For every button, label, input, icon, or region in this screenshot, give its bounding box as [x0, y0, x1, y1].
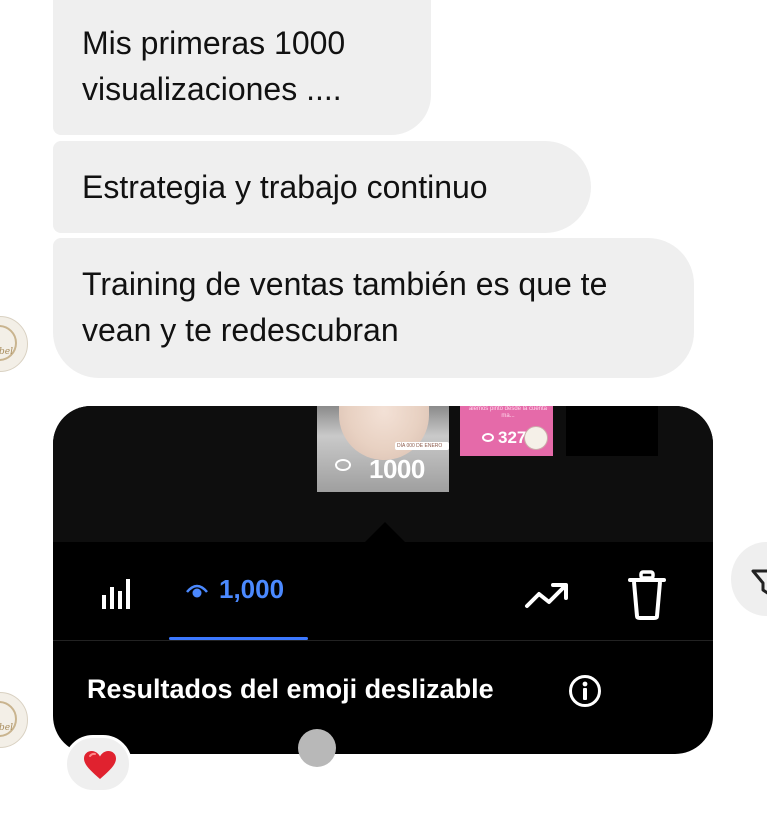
- footer-title: Resultados del emoji deslizable: [87, 674, 494, 704]
- post-toolbar: 1,000: [53, 542, 713, 640]
- trash-icon[interactable]: [627, 570, 667, 625]
- avatar-text: bel: [0, 347, 13, 357]
- post-thumbnail-pink[interactable]: alemos pinto desde la cuenta ma... 327: [460, 406, 553, 456]
- sender-avatar[interactable]: bel: [0, 316, 28, 372]
- thumbnail-view-count: 1000: [369, 454, 425, 484]
- eye-icon: [186, 583, 208, 604]
- post-thumbnail-main[interactable]: DÍA 000 DE ENERO 1000: [317, 406, 449, 492]
- avatar-text: bel: [0, 723, 13, 733]
- thumbnail-image: [339, 406, 429, 460]
- message-text: Estrategia y trabajo continuo: [82, 169, 488, 205]
- message-text: Mis primeras 1000 visualizaciones ....: [82, 25, 346, 107]
- eye-icon: [482, 433, 494, 442]
- views-count[interactable]: 1,000: [219, 574, 284, 605]
- reaction-badge[interactable]: [64, 735, 132, 793]
- message-bubble-1[interactable]: Mis primeras 1000 visualizaciones ....: [53, 0, 431, 135]
- scroll-indicator[interactable]: [298, 729, 336, 767]
- filter-button[interactable]: [731, 542, 767, 616]
- post-thumbnail-dark[interactable]: [566, 406, 658, 456]
- info-icon[interactable]: [568, 674, 602, 713]
- avatar-icon: [524, 426, 548, 450]
- message-text: Training de ventas también es que te vea…: [82, 266, 608, 348]
- sender-avatar[interactable]: bel: [0, 692, 28, 748]
- heart-icon: [83, 750, 117, 785]
- shared-post-card[interactable]: DÍA 000 DE ENERO 1000 alemos pinto desde…: [53, 406, 713, 754]
- filter-icon: [751, 568, 767, 601]
- divider: [53, 640, 713, 641]
- message-bubble-2[interactable]: Estrategia y trabajo continuo: [53, 141, 591, 233]
- bar-chart-icon[interactable]: [100, 577, 136, 611]
- trend-up-icon[interactable]: [523, 580, 571, 615]
- message-bubble-3[interactable]: Training de ventas también es que te vea…: [53, 238, 694, 378]
- thumbnail-caption: alemos pinto desde la cuenta ma...: [468, 406, 548, 419]
- thumbnail-tag: DÍA 000 DE ENERO: [395, 442, 449, 450]
- thumbnail-view-count: 327: [498, 428, 527, 447]
- thumbnail-pointer: [365, 522, 405, 542]
